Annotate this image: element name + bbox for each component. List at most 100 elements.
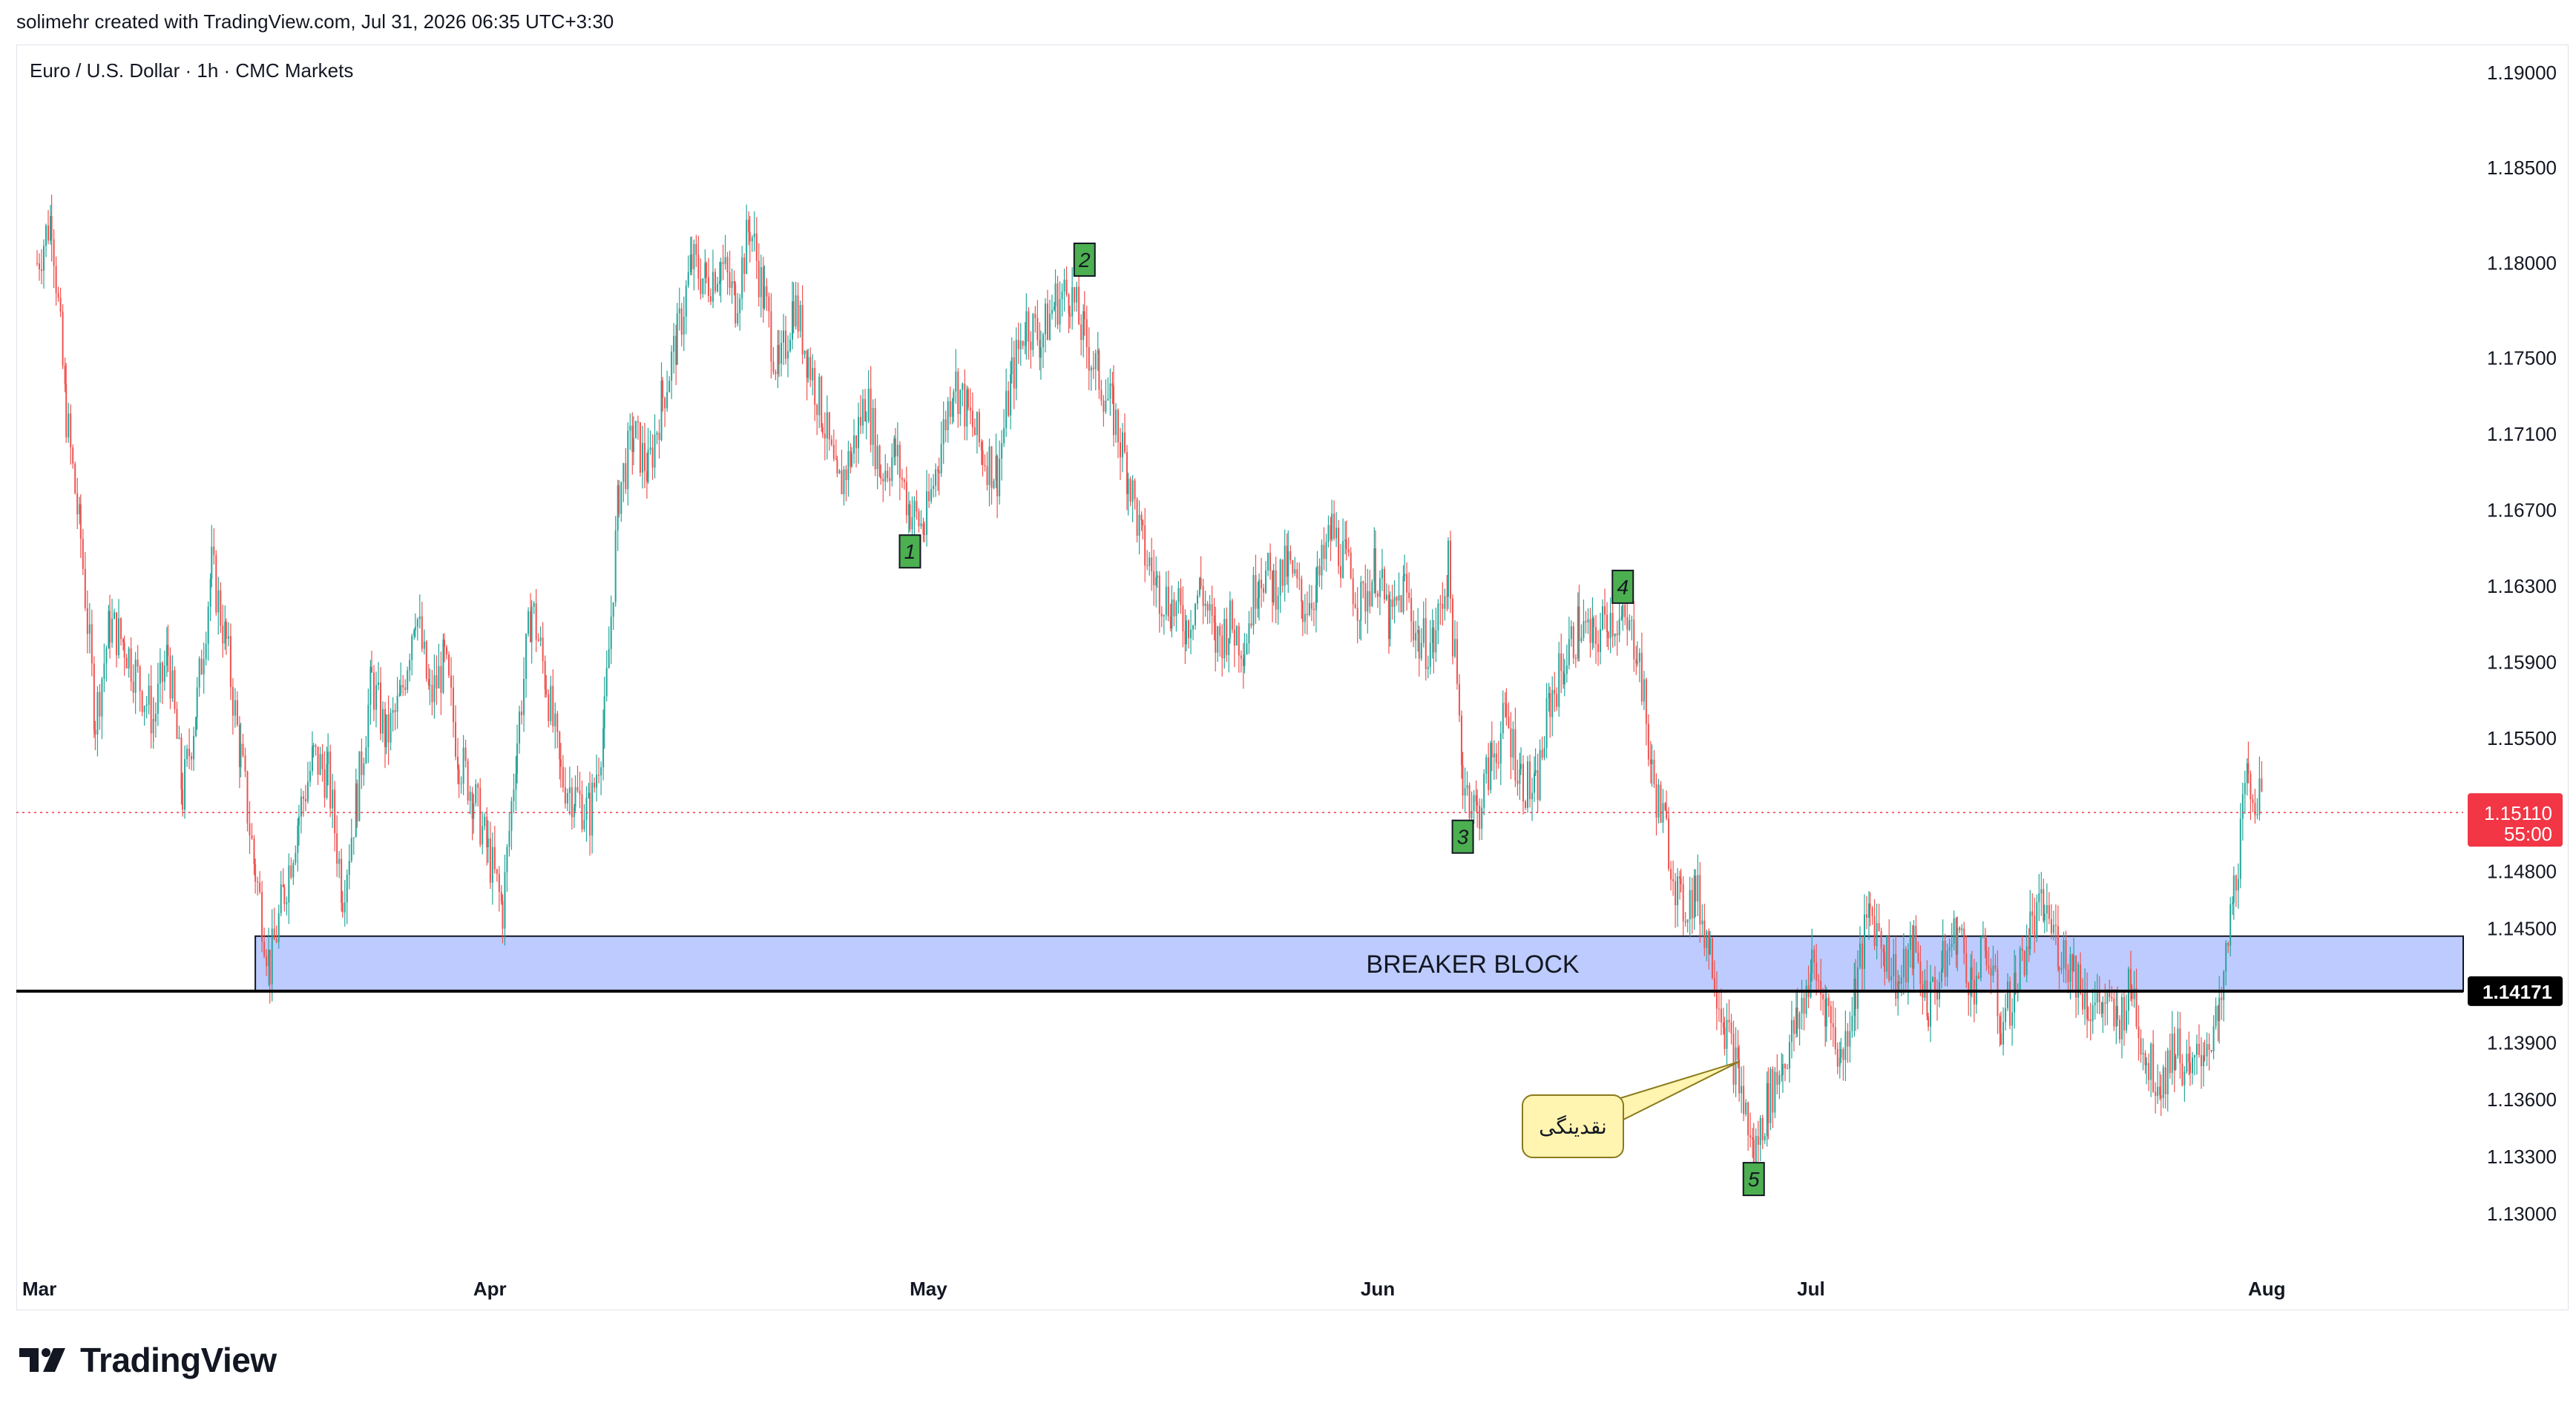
candle-body bbox=[1595, 627, 1597, 644]
candle-body bbox=[2148, 1062, 2150, 1080]
candle-body bbox=[760, 267, 762, 298]
candle-body bbox=[1265, 570, 1267, 593]
wave-markers[interactable]: 1 2 3 4 5 bbox=[898, 242, 1765, 1197]
candle-body bbox=[882, 479, 884, 482]
level-badge[interactable]: 1.14171 bbox=[2468, 976, 2563, 1006]
candle-body bbox=[785, 330, 786, 359]
candle-body bbox=[2038, 893, 2040, 902]
candle-body bbox=[1190, 629, 1192, 639]
candle-body bbox=[996, 456, 999, 496]
candle-body bbox=[938, 470, 940, 474]
breaker-block-zone[interactable]: BREAKER BLOCK bbox=[254, 935, 2464, 993]
candle-body bbox=[1851, 1016, 1853, 1031]
candle-body bbox=[1296, 569, 1298, 579]
candle-body bbox=[2230, 904, 2232, 946]
candle-body bbox=[171, 670, 174, 699]
candle-body bbox=[1402, 576, 1404, 613]
candle-body bbox=[2244, 783, 2246, 795]
candle-body bbox=[1709, 938, 1711, 955]
candle-body bbox=[1959, 927, 1961, 930]
candle-body bbox=[801, 305, 804, 355]
candle-body bbox=[2040, 889, 2043, 894]
candle-body bbox=[41, 269, 42, 271]
candle-body bbox=[1389, 599, 1391, 640]
candle-body bbox=[755, 233, 758, 261]
candle-body bbox=[625, 463, 627, 490]
candle-body bbox=[1572, 626, 1574, 658]
candle-body bbox=[1703, 920, 1706, 948]
current-price-badge[interactable]: 1.1511055:00 bbox=[2468, 793, 2563, 847]
symbol-title[interactable]: Euro / U.S. Dollar · 1h · CMC Markets bbox=[30, 59, 353, 82]
candle-body bbox=[2043, 913, 2046, 921]
candle-body bbox=[918, 511, 920, 527]
candle-body bbox=[436, 675, 438, 689]
candle-body bbox=[457, 756, 459, 769]
candle-body bbox=[971, 410, 973, 427]
wave-marker-3[interactable]: 3 bbox=[1451, 819, 1474, 854]
candle-body bbox=[2111, 996, 2113, 999]
candle-body bbox=[1277, 595, 1279, 610]
candle-body bbox=[57, 292, 59, 298]
candle-body bbox=[2007, 981, 2009, 1008]
liquidity-callout[interactable]: نقدینگی bbox=[1522, 1060, 1740, 1158]
candle-body bbox=[396, 695, 398, 712]
candle-body bbox=[637, 421, 639, 423]
candle-body bbox=[865, 421, 867, 422]
price-tick-label: 1.13900 bbox=[2487, 1031, 2557, 1054]
time-axis[interactable]: Mar Apr May Jun Jul Aug bbox=[22, 1278, 2286, 1300]
candle-body bbox=[1473, 795, 1475, 811]
candle-body bbox=[581, 794, 583, 830]
candle-body bbox=[1250, 623, 1252, 626]
candle-body bbox=[2239, 818, 2241, 879]
candle-body bbox=[2169, 1050, 2171, 1074]
candle-body bbox=[1495, 753, 1497, 763]
candle-body bbox=[1418, 630, 1420, 659]
candle-body bbox=[1005, 390, 1008, 428]
tradingview-logo[interactable]: TradingView bbox=[19, 1341, 277, 1379]
candle-body bbox=[735, 283, 737, 324]
candle-body bbox=[1863, 914, 1865, 969]
candle-body bbox=[821, 427, 824, 434]
price-chart[interactable]: BREAKER BLOCK 1 2 3 4 5 نقدینگی 1.19000 1.185… bbox=[0, 0, 2576, 1406]
wave-marker-4[interactable]: 4 bbox=[1611, 569, 1634, 604]
wave-marker-5[interactable]: 5 bbox=[1742, 1162, 1765, 1197]
candle-body bbox=[1068, 295, 1070, 315]
candle-body bbox=[1248, 623, 1250, 644]
candle-body bbox=[1429, 643, 1431, 668]
breaker-block-label: BREAKER BLOCK bbox=[1366, 950, 1580, 979]
candle-body bbox=[1834, 1027, 1836, 1049]
candle-body bbox=[990, 446, 993, 488]
breaker-block-rect[interactable] bbox=[254, 935, 2464, 993]
candle-body bbox=[894, 438, 896, 457]
candle-body bbox=[864, 398, 867, 421]
candle-body bbox=[1854, 978, 1856, 1009]
candle-body bbox=[999, 459, 1001, 496]
candle-body bbox=[976, 412, 978, 436]
candle-body bbox=[2184, 1071, 2186, 1085]
candle-body bbox=[341, 858, 343, 903]
candle-body bbox=[1076, 286, 1078, 303]
candle-body bbox=[1527, 761, 1528, 808]
candle-body bbox=[1747, 1103, 1749, 1136]
candle-body bbox=[1636, 662, 1638, 664]
candle-body bbox=[858, 416, 860, 449]
candle-body bbox=[814, 368, 816, 405]
price-axis[interactable]: 1.19000 1.18500 1.18000 1.17500 1.17100 1.167… bbox=[2468, 62, 2563, 1225]
candle-body bbox=[125, 657, 128, 668]
wave-marker-1[interactable]: 1 bbox=[898, 534, 921, 569]
candle-body bbox=[45, 225, 47, 246]
candle-body bbox=[741, 257, 743, 299]
candle-body bbox=[1022, 341, 1024, 346]
candle-body bbox=[2106, 991, 2109, 1004]
candle-body bbox=[213, 546, 215, 556]
wave-marker-2[interactable]: 2 bbox=[1073, 242, 1096, 277]
candle-body bbox=[1136, 499, 1138, 536]
candle-body bbox=[96, 691, 99, 735]
candle-body bbox=[513, 789, 515, 801]
candle-body bbox=[473, 803, 475, 819]
candle-body bbox=[1968, 983, 1970, 996]
candle-body bbox=[2177, 1028, 2179, 1057]
candle-body bbox=[1439, 603, 1442, 605]
candle-body bbox=[1724, 1027, 1726, 1049]
candle-body bbox=[528, 611, 530, 634]
